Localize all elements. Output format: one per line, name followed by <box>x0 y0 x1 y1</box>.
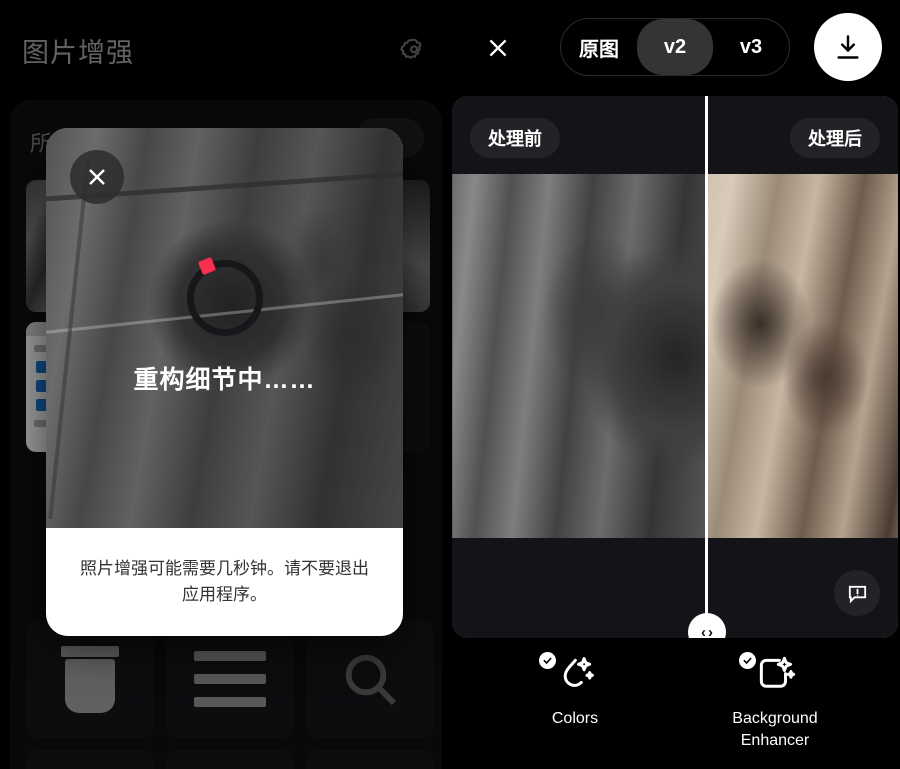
modal-preview-image: 重构细节中…… <box>46 128 403 528</box>
tool-bg-label: Background Enhancer <box>732 710 818 749</box>
app-screen: 图片增强 所有照片 <box>0 0 900 769</box>
version-option-v3[interactable]: v3 <box>713 19 789 75</box>
tools-row: Colors Background Enhancer <box>450 650 900 751</box>
droplet-sparkle-icon <box>563 657 594 687</box>
version-option-original[interactable]: 原图 <box>561 19 637 75</box>
spinner-label: 重构细节中…… <box>133 366 316 394</box>
tool-colors-icon-wrap <box>539 650 611 698</box>
after-label: 处理后 <box>790 118 880 158</box>
loading-spinner <box>186 256 263 336</box>
close-icon <box>489 39 507 57</box>
feedback-button[interactable] <box>834 570 880 616</box>
chevron-right-icon: › <box>708 623 713 639</box>
download-icon <box>837 35 859 59</box>
check-badge <box>539 652 556 669</box>
tool-background-enhancer[interactable]: Background Enhancer <box>700 650 850 751</box>
comparison-bottom-band <box>452 538 898 638</box>
tool-colors-label: Colors <box>551 710 599 727</box>
processing-status: 重构细节中…… <box>46 128 403 528</box>
tool-bg-icon-wrap <box>739 650 811 698</box>
feedback-icon <box>848 585 866 603</box>
comparison-divider <box>705 96 708 638</box>
frame-sparkle-icon <box>759 656 796 688</box>
tool-colors[interactable]: Colors <box>500 650 650 751</box>
check-icon <box>543 657 552 665</box>
before-label: 处理前 <box>470 118 560 158</box>
left-panel: 图片增强 所有照片 <box>0 0 450 769</box>
check-icon <box>743 657 752 665</box>
editor-close-button[interactable] <box>472 22 524 74</box>
version-segmented-control[interactable]: 原图 v2 v3 <box>560 18 790 76</box>
version-option-v2[interactable]: v2 <box>637 19 713 75</box>
check-badge <box>739 652 756 669</box>
right-panel: 原图 v2 v3 处理前 处理后 ‹ › Colors Background E… <box>450 0 900 769</box>
modal-message: 照片增强可能需要几秒钟。请不要退出应用程序。 <box>80 558 369 604</box>
modal-message-area: 照片增强可能需要几秒钟。请不要退出应用程序。 <box>46 528 403 636</box>
chevron-left-icon: ‹ <box>701 623 706 639</box>
before-after-comparison[interactable]: 处理前 处理后 ‹ › <box>452 96 898 638</box>
download-button[interactable] <box>814 13 882 81</box>
processing-modal: 重构细节中…… 照片增强可能需要几秒钟。请不要退出应用程序。 <box>46 128 403 636</box>
right-toolbar: 原图 v2 v3 <box>450 0 900 96</box>
